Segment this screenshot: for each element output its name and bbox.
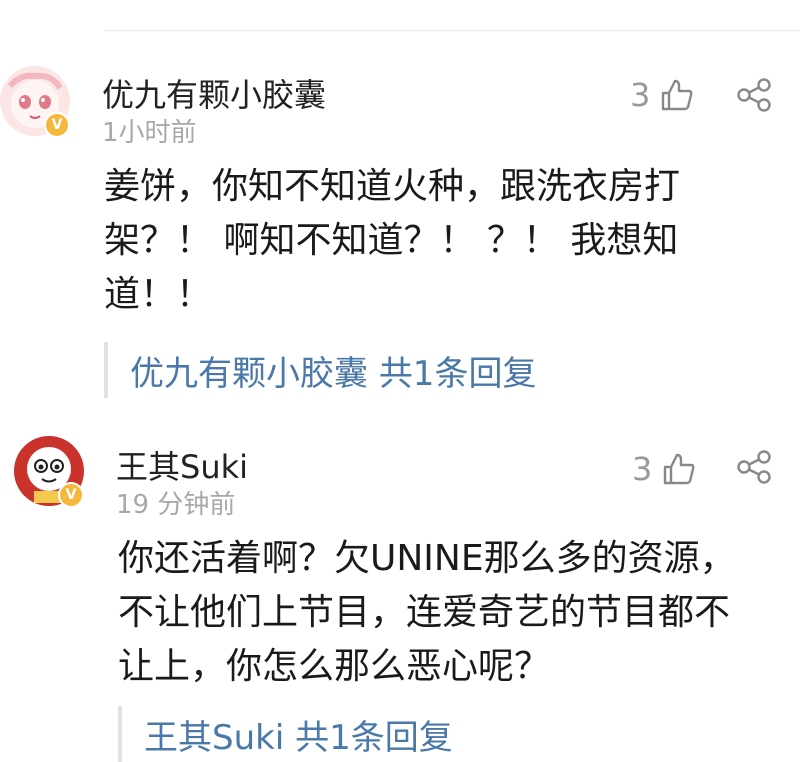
timestamp: 1小时前 — [102, 118, 197, 148]
username[interactable]: 王其Suki — [116, 442, 248, 488]
share-icon — [737, 78, 771, 112]
top-divider — [104, 30, 800, 31]
reply-count: 共1条回复 — [378, 353, 537, 394]
thumbs-up-icon — [664, 453, 695, 485]
thumbs-up-icon — [662, 79, 693, 111]
like-button[interactable]: 3 — [630, 76, 694, 114]
reply-author: 王其Suki — [144, 717, 285, 758]
share-icon — [737, 450, 771, 484]
username[interactable]: 优九有颗小胶囊 — [102, 70, 326, 116]
reply-count: 共1条回复 — [295, 717, 453, 758]
verified-badge-icon: V — [58, 482, 84, 508]
avatar[interactable]: V — [14, 436, 84, 508]
like-count: 3 — [632, 450, 653, 488]
comment-body-line: 你还活着啊？欠UNINE那么多的资源， — [118, 538, 736, 579]
comment-body: 你还活着啊？欠UNINE那么多的资源， 不让他们上节目，连爱奇艺的节目都不 让上… — [118, 532, 736, 694]
comment-body-line: 架？！ 啊知不知道？！ ？！ 我想知 — [104, 220, 679, 261]
view-replies-link[interactable]: 优九有颗小胶囊 共1条回复 — [104, 342, 536, 398]
like-button[interactable]: 3 — [632, 450, 696, 488]
timestamp: 19 分钟前 — [116, 490, 236, 520]
comment-body-line: 姜饼，你知不知道火种，跟洗衣房打 — [104, 166, 681, 207]
comment-body-line: 道！！ — [104, 274, 213, 315]
comment-body: 姜饼，你知不知道火种，跟洗衣房打 架？！ 啊知不知道？！ ？！ 我想知 道！！ — [104, 160, 680, 322]
share-button[interactable] — [736, 78, 772, 116]
comment-body-line: 不让他们上节目，连爱奇艺的节目都不 — [118, 592, 731, 633]
like-count: 3 — [630, 76, 651, 114]
verified-badge-icon: V — [44, 112, 70, 138]
comment-body-line: 让上，你怎么那么恶心呢？ — [118, 646, 551, 687]
share-button[interactable] — [736, 450, 772, 488]
avatar[interactable]: V — [0, 66, 70, 138]
reply-author: 优九有颗小胶囊 — [130, 353, 368, 394]
